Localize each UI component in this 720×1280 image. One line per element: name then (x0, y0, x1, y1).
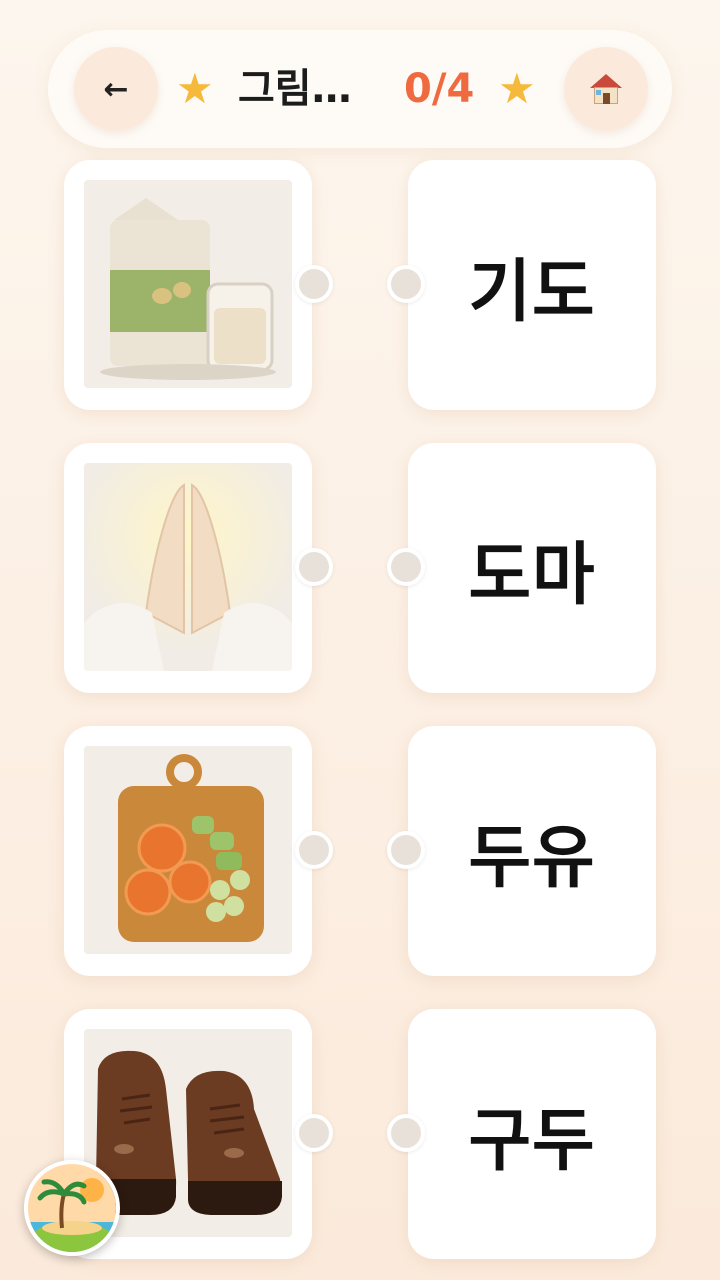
top-bar: ← ★ 그림… 0/4 ★ (48, 30, 672, 148)
word-card-4[interactable]: 구두 (387, 1009, 656, 1259)
connector-dot-right-2[interactable] (387, 548, 425, 586)
connector-dot-right-1[interactable] (387, 265, 425, 303)
connector-dot-right-3[interactable] (387, 831, 425, 869)
island-icon (28, 1164, 116, 1252)
star-icon: ★ (498, 64, 536, 113)
connector-dot-left-1[interactable] (295, 265, 333, 303)
star-icon: ★ (176, 64, 214, 113)
connector-dot-left-4[interactable] (295, 1114, 333, 1152)
connector-dot-right-4[interactable] (387, 1114, 425, 1152)
word-label: 도마 (468, 535, 596, 615)
soy-milk-picture (84, 180, 292, 388)
picture-card-1[interactable] (64, 160, 333, 410)
connector-dot-left-3[interactable] (295, 831, 333, 869)
back-button[interactable]: ← (74, 47, 158, 131)
arrow-left-icon: ← (103, 71, 129, 107)
app-logo-badge[interactable] (24, 1160, 120, 1256)
home-button[interactable] (564, 47, 648, 131)
word-label: 두유 (468, 818, 596, 898)
word-label: 구두 (468, 1101, 596, 1181)
word-card-1[interactable]: 기도 (387, 160, 656, 410)
connector-dot-left-2[interactable] (295, 548, 333, 586)
picture-card-2[interactable] (64, 443, 333, 693)
praying-hands-picture (84, 463, 292, 671)
word-label: 기도 (468, 252, 596, 332)
house-icon (589, 72, 623, 106)
cutting-board-picture (84, 746, 292, 954)
word-card-2[interactable]: 도마 (387, 443, 656, 693)
score-counter: 0/4 (404, 66, 475, 112)
word-card-3[interactable]: 두유 (387, 726, 656, 976)
picture-card-3[interactable] (64, 726, 333, 976)
page-title: 그림… (238, 66, 352, 112)
